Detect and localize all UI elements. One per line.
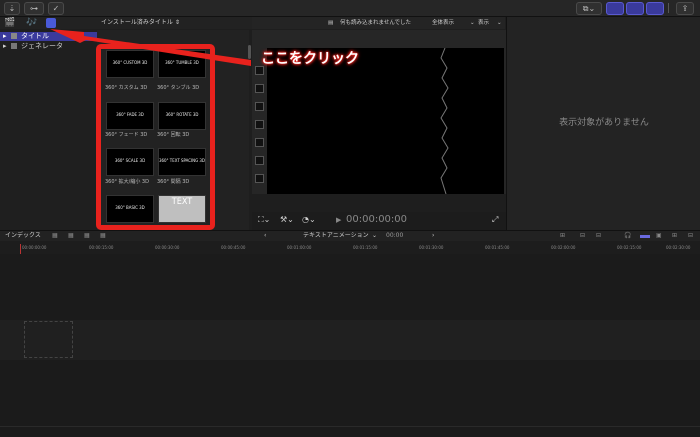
- callout-text: ここをクリック: [261, 51, 359, 67]
